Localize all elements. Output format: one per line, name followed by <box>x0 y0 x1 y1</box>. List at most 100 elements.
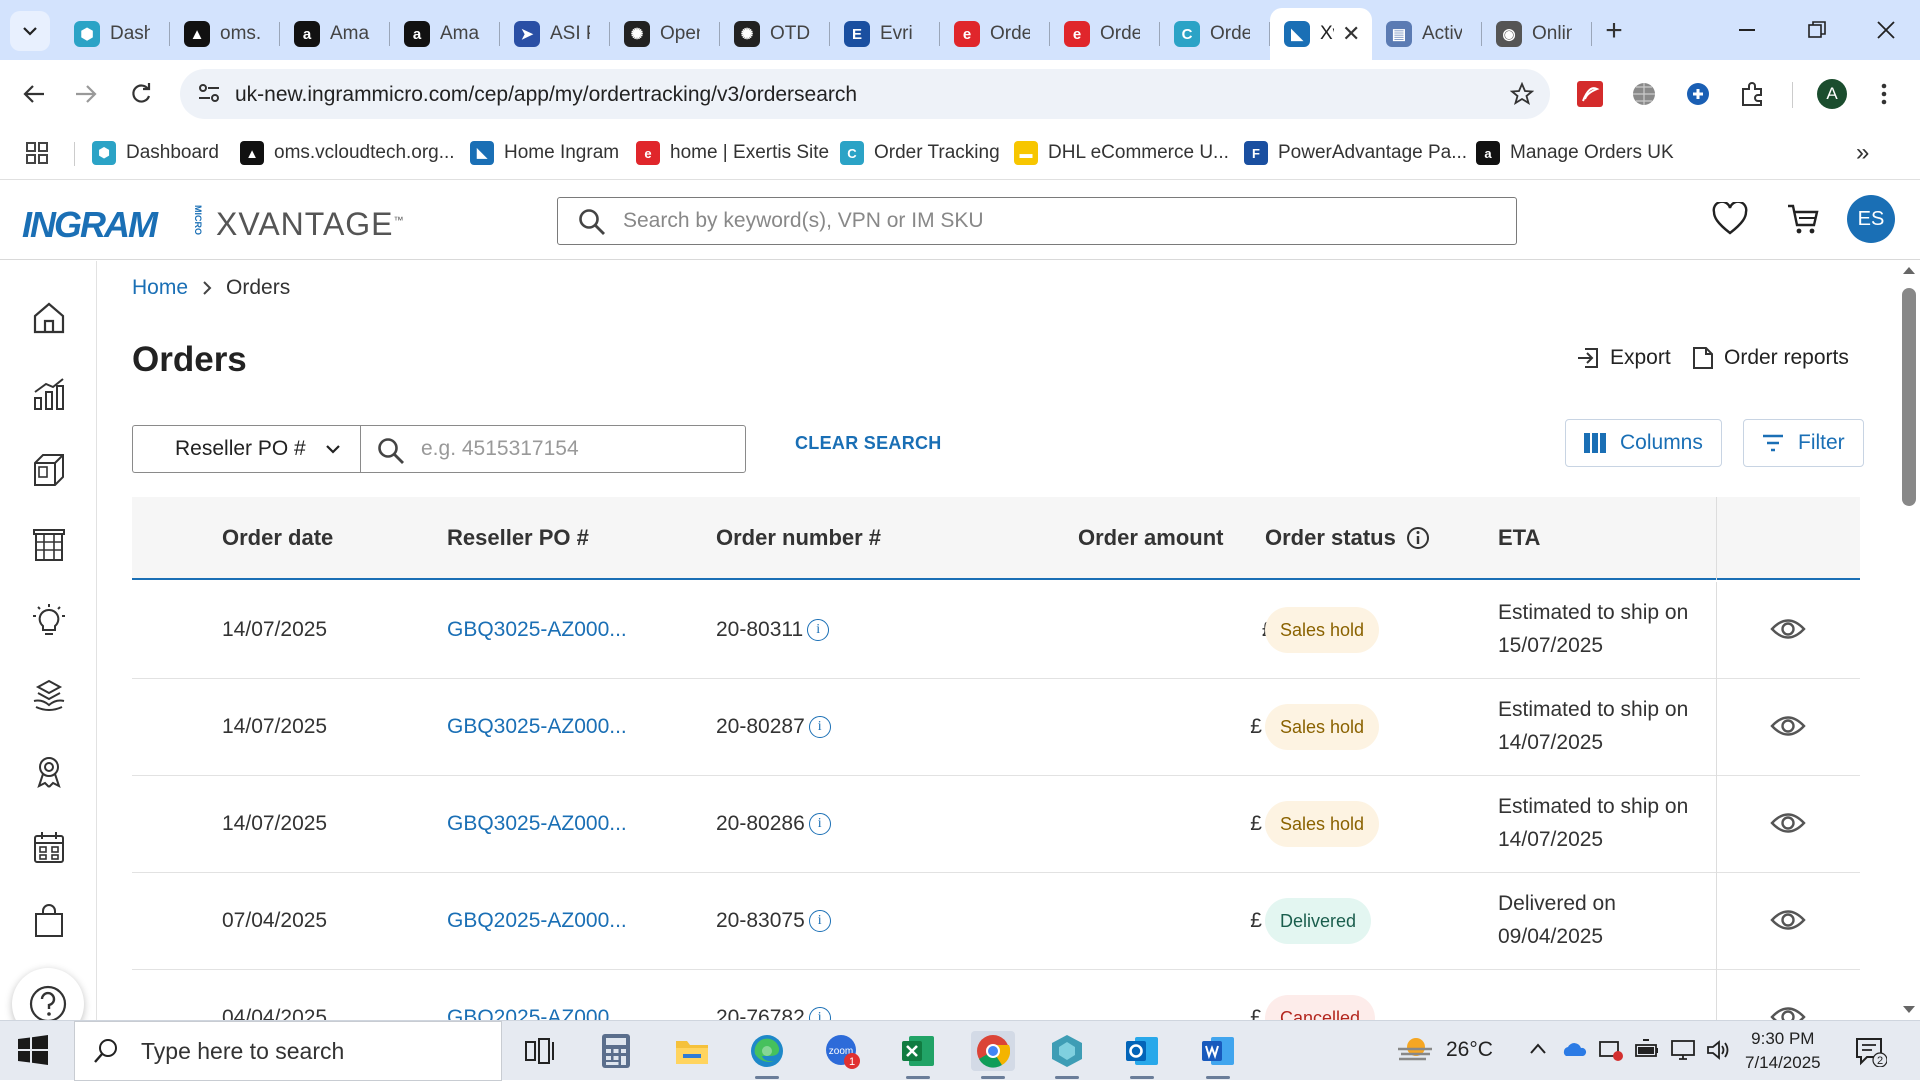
pdf-extension-icon[interactable] <box>1576 80 1604 108</box>
product-search-input[interactable] <box>623 206 1503 236</box>
order-info-icon[interactable]: i <box>808 1007 831 1020</box>
address-bar[interactable]: uk-new.ingrammicro.com/cep/app/my/ordert… <box>180 69 1550 119</box>
col-header-order-number[interactable]: Order number # <box>716 525 881 551</box>
excel-app[interactable] <box>896 1031 940 1079</box>
windows-start-icon[interactable] <box>18 1035 48 1065</box>
reseller-po-link[interactable]: GBQ2025-AZ000... <box>447 1006 627 1020</box>
browser-tab[interactable]: e Orders <box>940 8 1050 60</box>
close-window-button[interactable] <box>1866 10 1906 50</box>
breadcrumb-home-link[interactable]: Home <box>132 276 188 300</box>
volume-icon[interactable] <box>1706 1039 1730 1061</box>
filter-button[interactable]: Filter <box>1743 419 1864 467</box>
cart-icon[interactable] <box>1786 202 1820 236</box>
col-header-eta[interactable]: ETA <box>1498 525 1540 551</box>
clear-search-button[interactable]: CLEAR SEARCH <box>795 433 942 454</box>
close-tab-icon[interactable]: ✕ <box>1342 21 1360 47</box>
apps-grid-button[interactable] <box>26 138 48 168</box>
rail-ideas-button[interactable] <box>29 601 69 641</box>
new-tab-button[interactable]: + <box>1596 14 1632 50</box>
order-info-icon[interactable]: i <box>807 619 830 641</box>
browser-tab[interactable]: ✺ OpenAI <box>610 8 720 60</box>
browser-menu-button[interactable] <box>1870 80 1898 108</box>
order-info-icon[interactable]: i <box>808 910 831 932</box>
calculator-app[interactable] <box>594 1031 638 1071</box>
scroll-down-arrow[interactable] <box>1903 1006 1915 1013</box>
bookmark-item[interactable]: F PowerAdvantage Pa... <box>1244 138 1467 168</box>
rail-calendar-button[interactable] <box>29 827 69 867</box>
network-warning-icon[interactable] <box>1598 1039 1624 1061</box>
weather-widget[interactable]: 26°C <box>1396 1035 1493 1065</box>
rail-analytics-button[interactable] <box>29 374 69 414</box>
browser-tab[interactable]: e Orders <box>1050 8 1160 60</box>
reseller-po-link[interactable]: GBQ3025-AZ000... <box>447 618 627 642</box>
view-eye-icon[interactable] <box>1770 907 1806 933</box>
page-scrollbar[interactable] <box>1898 261 1920 1020</box>
word-app[interactable] <box>1196 1031 1240 1079</box>
bookmark-item[interactable]: ⬢ Dashboard <box>92 138 219 168</box>
display-icon[interactable] <box>1670 1039 1696 1061</box>
forward-button[interactable] <box>66 74 106 114</box>
taskbar-search-box[interactable]: Type here to search <box>74 1021 502 1081</box>
col-header-order-date[interactable]: Order date <box>222 525 333 551</box>
rail-store-button[interactable] <box>29 525 69 565</box>
col-header-order-status[interactable]: Order status <box>1265 525 1430 551</box>
browser-tab[interactable]: ▤ Active <box>1372 8 1482 60</box>
reseller-po-link[interactable]: GBQ3025-AZ000... <box>447 715 627 739</box>
bookmark-item[interactable]: ◣ Home Ingram <box>470 138 619 168</box>
ingram-logo[interactable]: INGRAM <box>22 204 158 246</box>
order-info-icon[interactable]: i <box>808 716 831 738</box>
globe-extension-icon[interactable] <box>1630 80 1658 108</box>
teal-app[interactable] <box>1045 1031 1089 1079</box>
task-view-button[interactable] <box>518 1031 562 1071</box>
rail-products-button[interactable] <box>29 450 69 490</box>
notification-center-icon[interactable]: 2 <box>1855 1037 1887 1067</box>
restore-button[interactable] <box>1797 10 1837 50</box>
browser-tab[interactable]: ◣ Xvantage ✕ <box>1270 8 1372 60</box>
info-circle-icon[interactable] <box>1406 526 1430 550</box>
site-info-icon[interactable] <box>196 80 222 106</box>
search-field-select[interactable]: Reseller PO # <box>132 425 361 473</box>
view-eye-icon[interactable] <box>1770 1004 1806 1020</box>
browser-tab[interactable]: ➤ ASI PowerAdvantage <box>500 8 610 60</box>
bookmark-star-icon[interactable] <box>1510 82 1534 106</box>
bookmark-item[interactable]: a Manage Orders UK <box>1476 138 1674 168</box>
rail-rewards-button[interactable] <box>29 752 69 792</box>
battery-icon[interactable] <box>1635 1039 1659 1059</box>
extensions-puzzle-icon[interactable] <box>1738 80 1766 108</box>
file-explorer-app[interactable] <box>670 1031 714 1071</box>
minimize-button[interactable] <box>1727 10 1767 50</box>
view-eye-icon[interactable] <box>1770 616 1806 642</box>
onedrive-cloud-icon[interactable] <box>1561 1039 1587 1059</box>
order-search-input[interactable] <box>421 435 721 463</box>
col-header-reseller-po[interactable]: Reseller PO # <box>447 525 589 551</box>
system-clock[interactable]: 9:30 PM 7/14/2025 <box>1745 1027 1821 1075</box>
browser-tab[interactable]: C Order Tracking <box>1160 8 1270 60</box>
zoom-app[interactable]: zoom 1 <box>820 1031 864 1071</box>
cross-extension-icon[interactable] <box>1684 80 1712 108</box>
scrollbar-thumb[interactable] <box>1902 288 1916 506</box>
columns-button[interactable]: Columns <box>1565 419 1722 467</box>
tab-search-button[interactable] <box>10 11 50 51</box>
chevron-up-icon[interactable] <box>1528 1039 1548 1059</box>
chrome-app[interactable] <box>971 1031 1015 1079</box>
view-eye-icon[interactable] <box>1770 810 1806 836</box>
browser-tab[interactable]: ✺ OTDI <box>720 8 830 60</box>
export-button[interactable]: Export <box>1576 346 1671 370</box>
order-search-box[interactable] <box>360 425 746 473</box>
outlook-app[interactable] <box>1120 1031 1164 1079</box>
browser-tab[interactable]: a Amazon <box>280 8 390 60</box>
scroll-up-arrow[interactable] <box>1903 267 1915 274</box>
browser-tab[interactable]: ⬢ Dashboard <box>60 8 170 60</box>
back-button[interactable] <box>14 74 54 114</box>
reseller-po-link[interactable]: GBQ3025-AZ000... <box>447 812 627 836</box>
browser-profile-avatar[interactable]: A <box>1817 79 1847 109</box>
favorites-heart-icon[interactable] <box>1712 202 1748 236</box>
browser-tab[interactable]: a Amazon <box>390 8 500 60</box>
rail-home-button[interactable] <box>29 298 69 338</box>
col-header-order-amount[interactable]: Order amount <box>1078 525 1223 551</box>
bookmark-item[interactable]: ▬ DHL eCommerce U... <box>1014 138 1229 168</box>
rail-shop-button[interactable] <box>29 901 69 941</box>
bookmark-item[interactable]: ▲ oms.vcloudtech.org... <box>240 138 455 168</box>
browser-tab[interactable]: ▲ oms.vcloudtech <box>170 8 280 60</box>
bookmark-item[interactable]: C Order Tracking <box>840 138 1000 168</box>
